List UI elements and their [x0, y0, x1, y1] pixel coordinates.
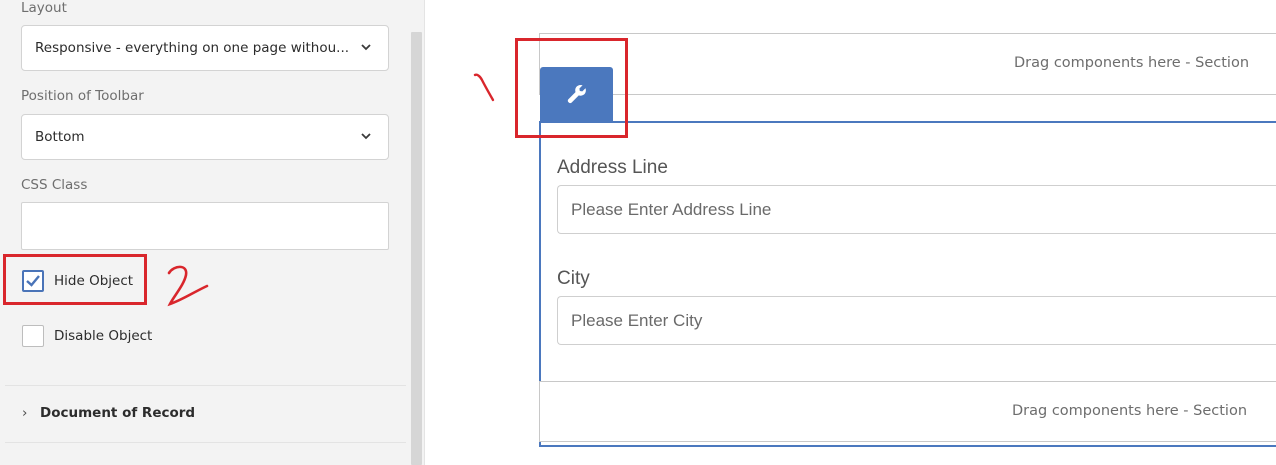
toolbar-position-value: Bottom: [35, 129, 85, 145]
bottom-section-dropzone-text: Drag components here - Section: [1012, 403, 1248, 419]
city-label: City: [557, 268, 590, 289]
annotation-box-toolbar-tab: [515, 38, 628, 138]
disable-object-checkbox[interactable]: [22, 325, 44, 347]
panel-scrollbar[interactable]: [411, 32, 422, 465]
layout-label: Layout: [21, 0, 67, 16]
chevron-down-icon: [361, 133, 371, 140]
chevron-right-icon: ›: [22, 405, 28, 421]
chevron-down-icon: [361, 44, 371, 51]
panel-divider: [424, 0, 425, 465]
city-input[interactable]: [557, 296, 1276, 345]
address-line-label: Address Line: [557, 157, 668, 178]
section-divider: [5, 442, 406, 443]
layout-select[interactable]: Responsive - everything on one page with…: [21, 25, 389, 71]
document-of-record-section[interactable]: › Document of Record: [22, 405, 195, 421]
document-of-record-label: Document of Record: [40, 405, 196, 421]
css-class-input[interactable]: [21, 202, 389, 250]
annotation-box-hide-object: [3, 254, 147, 305]
css-class-label: CSS Class: [21, 177, 88, 193]
toolbar-position-label: Position of Toolbar: [21, 88, 144, 104]
annotation-mark-2: [167, 265, 209, 307]
top-section-dropzone-text: Drag components here - Section: [1014, 55, 1250, 71]
layout-select-value: Responsive - everything on one page with…: [35, 40, 348, 56]
disable-object-label: Disable Object: [54, 328, 153, 344]
address-line-input[interactable]: [557, 185, 1276, 234]
annotation-mark-1: [473, 73, 495, 102]
toolbar-position-select[interactable]: Bottom: [21, 114, 389, 160]
section-divider: [5, 385, 406, 386]
